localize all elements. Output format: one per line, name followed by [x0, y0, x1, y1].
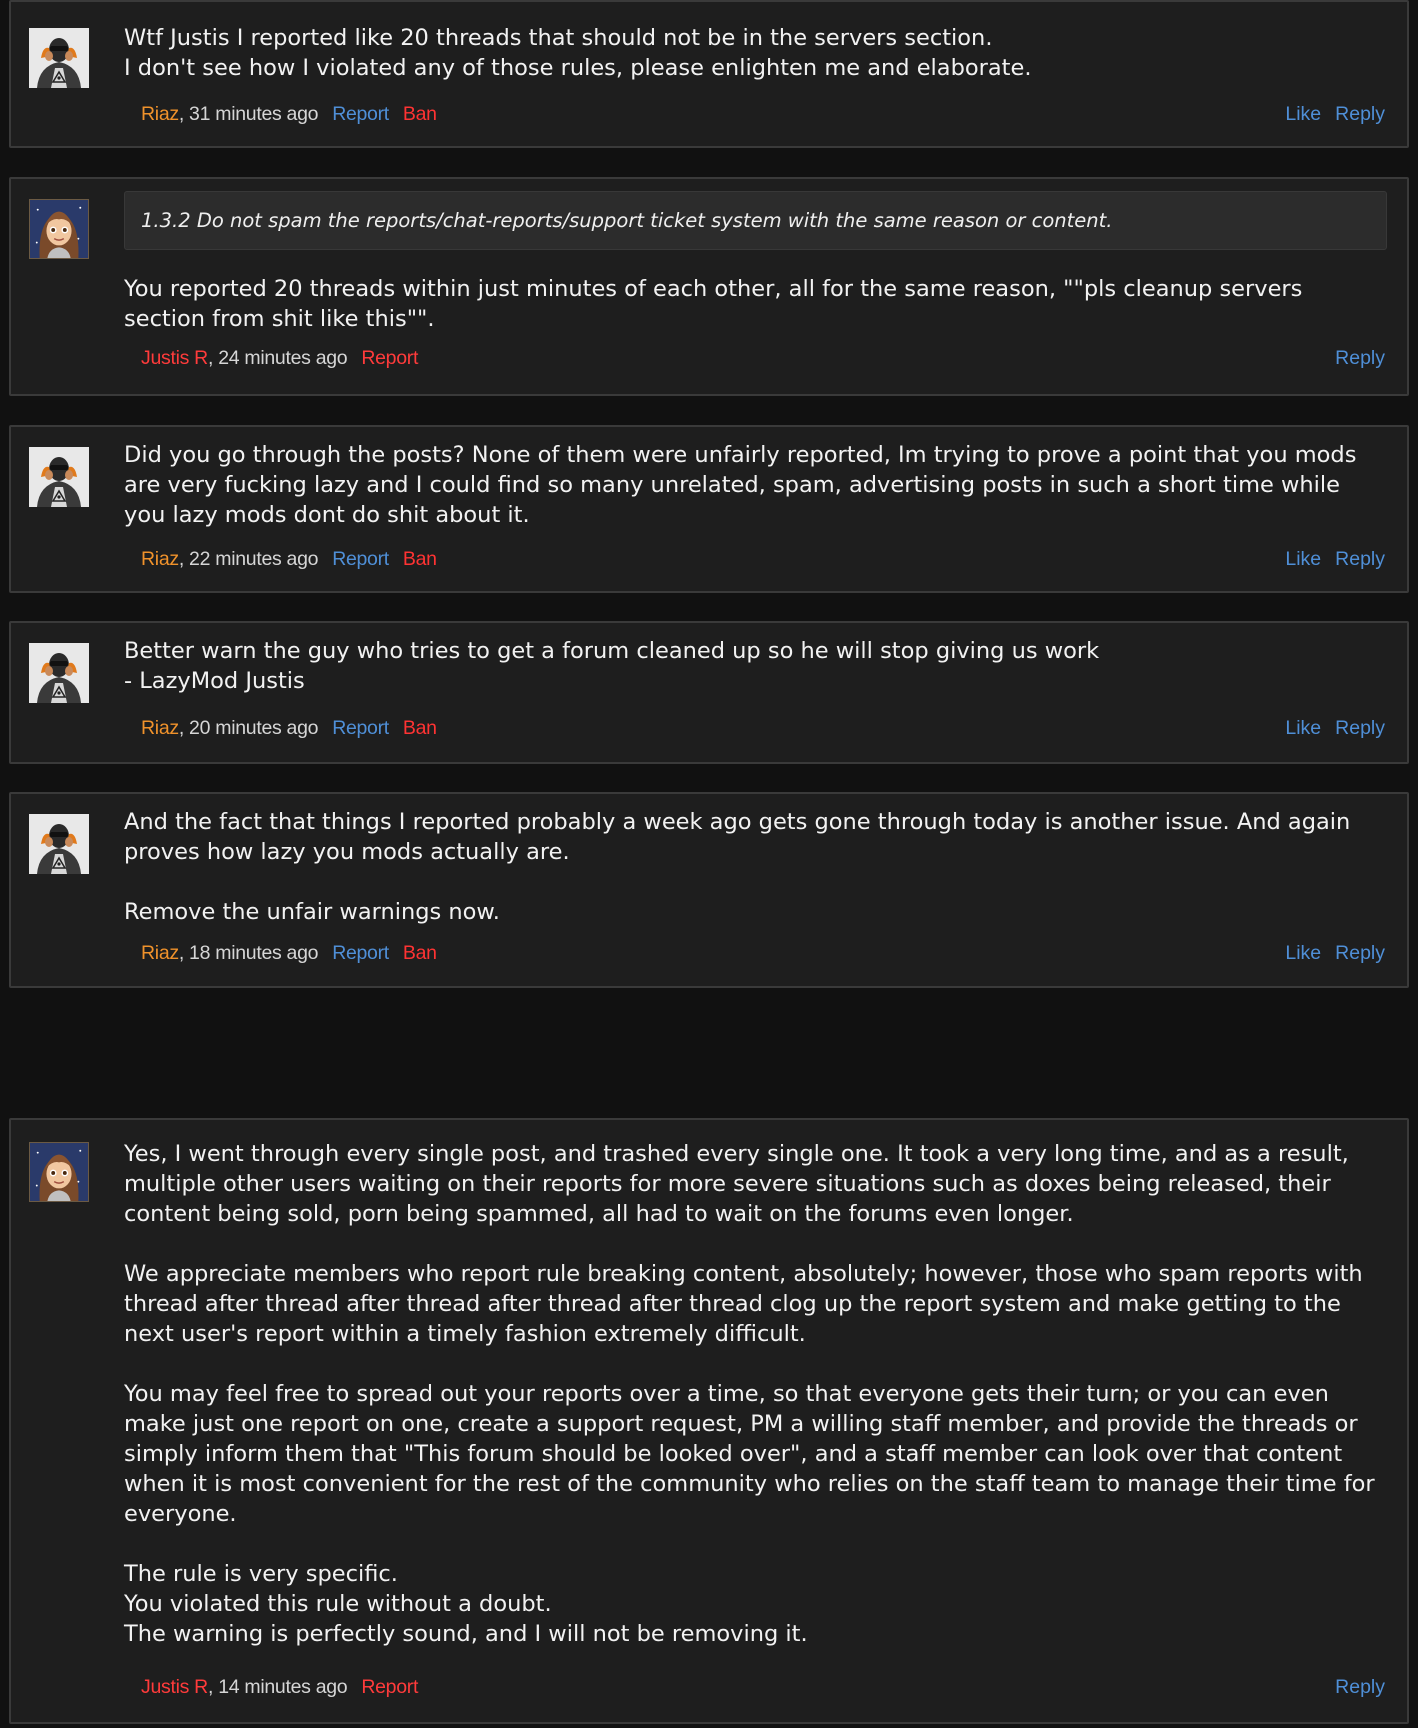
post-paragraph: You may feel free to spread out your rep…: [124, 1381, 1375, 1527]
ban-link[interactable]: Ban: [403, 548, 437, 570]
like-link[interactable]: Like: [1285, 717, 1321, 739]
post-actions: Reply: [1321, 1675, 1385, 1699]
hooded-figure-avatar-icon: [29, 814, 89, 874]
avatar[interactable]: [29, 1142, 89, 1202]
post-paragraph: The rule is very specific. You violated …: [124, 1561, 808, 1647]
post-paragraph: Remove the unfair warnings now.: [124, 899, 500, 925]
post-body: Yes, I went through every single post, a…: [124, 1139, 1387, 1649]
timestamp: , 18 minutes ago: [178, 942, 319, 964]
post-body: 1.3.2 Do not spam the reports/chat-repor…: [124, 191, 1387, 334]
post-paragraph: Wtf Justis I reported like 20 threads th…: [124, 25, 1032, 81]
long-haired-character-avatar-icon: [30, 1143, 88, 1201]
avatar[interactable]: [29, 199, 89, 259]
post: Wtf Justis I reported like 20 threads th…: [9, 0, 1409, 148]
reply-link[interactable]: Reply: [1335, 347, 1385, 369]
post-meta: Justis R, 14 minutes ago Report: [141, 1675, 418, 1699]
reply-link[interactable]: Reply: [1335, 548, 1385, 570]
hooded-figure-avatar-icon: [29, 643, 89, 703]
post-body: And the fact that things I reported prob…: [124, 807, 1387, 927]
report-link[interactable]: Report: [332, 103, 389, 125]
post-actions: Like Reply: [1271, 941, 1385, 965]
ban-link[interactable]: Ban: [403, 717, 437, 739]
hooded-figure-avatar-icon: [29, 447, 89, 507]
avatar[interactable]: [29, 814, 89, 874]
report-link[interactable]: Report: [332, 717, 389, 739]
like-link[interactable]: Like: [1285, 942, 1321, 964]
timestamp: , 31 minutes ago: [178, 103, 319, 125]
post-meta: Justis R, 24 minutes ago Report: [141, 346, 418, 370]
post-paragraph: You reported 20 threads within just minu…: [124, 276, 1303, 332]
author-name[interactable]: Justis R: [141, 347, 208, 369]
reply-link[interactable]: Reply: [1335, 103, 1385, 125]
post-paragraph: Did you go through the posts? None of th…: [124, 442, 1357, 528]
ban-link[interactable]: Ban: [403, 942, 437, 964]
post-paragraph: Yes, I went through every single post, a…: [124, 1141, 1349, 1227]
report-link[interactable]: Report: [332, 942, 389, 964]
post-meta: Riaz, 18 minutes ago Report Ban: [141, 941, 437, 965]
post: And the fact that things I reported prob…: [9, 792, 1409, 988]
like-link[interactable]: Like: [1285, 103, 1321, 125]
timestamp: , 14 minutes ago: [207, 1676, 348, 1698]
post-actions: Like Reply: [1271, 547, 1385, 571]
post-paragraph: We appreciate members who report rule br…: [124, 1261, 1363, 1347]
author-name[interactable]: Riaz: [141, 548, 179, 570]
post-actions: Like Reply: [1271, 102, 1385, 126]
reply-link[interactable]: Reply: [1335, 717, 1385, 739]
report-link[interactable]: Report: [361, 1676, 418, 1698]
author-name[interactable]: Riaz: [141, 942, 179, 964]
post-meta: Riaz, 20 minutes ago Report Ban: [141, 716, 437, 740]
reply-link[interactable]: Reply: [1335, 1676, 1385, 1698]
reply-link[interactable]: Reply: [1335, 942, 1385, 964]
post-actions: Reply: [1321, 346, 1385, 370]
timestamp: , 24 minutes ago: [207, 347, 348, 369]
avatar[interactable]: [29, 447, 89, 507]
author-name[interactable]: Justis R: [141, 1676, 208, 1698]
avatar[interactable]: [29, 643, 89, 703]
post-body: Did you go through the posts? None of th…: [124, 440, 1387, 530]
quote-block: 1.3.2 Do not spam the reports/chat-repor…: [124, 191, 1387, 250]
timestamp: , 22 minutes ago: [178, 548, 319, 570]
report-link[interactable]: Report: [361, 347, 418, 369]
post: Did you go through the posts? None of th…: [9, 425, 1409, 593]
post: 1.3.2 Do not spam the reports/chat-repor…: [9, 177, 1409, 396]
timestamp: , 20 minutes ago: [178, 717, 319, 739]
post: Better warn the guy who tries to get a f…: [9, 621, 1409, 764]
post-meta: Riaz, 22 minutes ago Report Ban: [141, 547, 437, 571]
post-paragraph: Better warn the guy who tries to get a f…: [124, 638, 1100, 694]
author-name[interactable]: Riaz: [141, 103, 179, 125]
report-link[interactable]: Report: [332, 548, 389, 570]
ban-link[interactable]: Ban: [403, 103, 437, 125]
post-body: Better warn the guy who tries to get a f…: [124, 636, 1387, 696]
avatar[interactable]: [29, 28, 89, 88]
post-actions: Like Reply: [1271, 716, 1385, 740]
long-haired-character-avatar-icon: [30, 200, 88, 258]
like-link[interactable]: Like: [1285, 548, 1321, 570]
post-body: Wtf Justis I reported like 20 threads th…: [124, 23, 1387, 83]
post-paragraph: And the fact that things I reported prob…: [124, 809, 1351, 865]
post-meta: Riaz, 31 minutes ago Report Ban: [141, 102, 437, 126]
post: Yes, I went through every single post, a…: [9, 1118, 1409, 1724]
author-name[interactable]: Riaz: [141, 717, 179, 739]
hooded-figure-avatar-icon: [29, 28, 89, 88]
